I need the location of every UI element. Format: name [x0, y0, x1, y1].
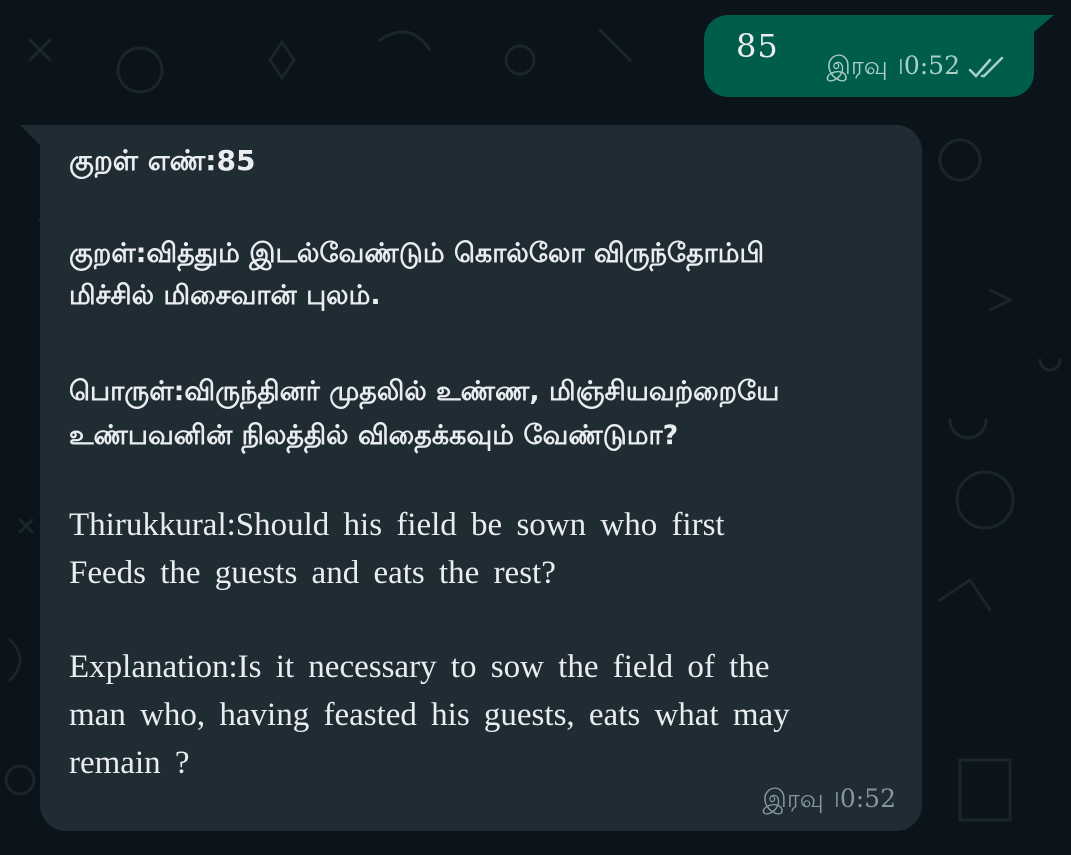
thirukkural-english-line-2: Feeds the guests and eats the rest?	[69, 555, 556, 591]
outgoing-message-meta: இரவு ।0:52	[827, 51, 1011, 84]
outgoing-message-time: இரவு ।0:52	[826, 51, 961, 80]
explanation-line-2: man who, having feasted his guests, eats…	[69, 697, 790, 733]
incoming-message-body: குறள் எண்:85 குறள்:வித்தும் இடல்வேண்டும்…	[69, 139, 895, 787]
kural-number: குறள் எண்:85	[69, 144, 256, 177]
explanation-line-3: remain ?	[69, 745, 190, 781]
outgoing-message-text: 85	[736, 27, 779, 65]
incoming-bubble-tail	[20, 125, 42, 147]
meaning-line-2: உண்பவனின் நிலத்தில் விதைக்கவும் வேண்டுமா…	[69, 420, 679, 451]
incoming-message-time: இரவு ।0:52	[762, 784, 897, 813]
thirukkural-english-line-1: Thirukkural:Should his field be sown who…	[69, 507, 725, 543]
meaning-line-1: பொருள்:விருந்தினர் முதலில் உண்ண, மிஞ்சிய…	[69, 376, 780, 407]
outgoing-message-bubble[interactable]: 85 இரவு ।0:52	[704, 15, 1034, 97]
double-check-icon	[966, 56, 1010, 80]
explanation-line-1: Explanation:Is it necessary to sow the f…	[69, 649, 770, 685]
incoming-message-bubble[interactable]: குறள் எண்:85 குறள்:வித்தும் இடல்வேண்டும்…	[40, 125, 922, 831]
